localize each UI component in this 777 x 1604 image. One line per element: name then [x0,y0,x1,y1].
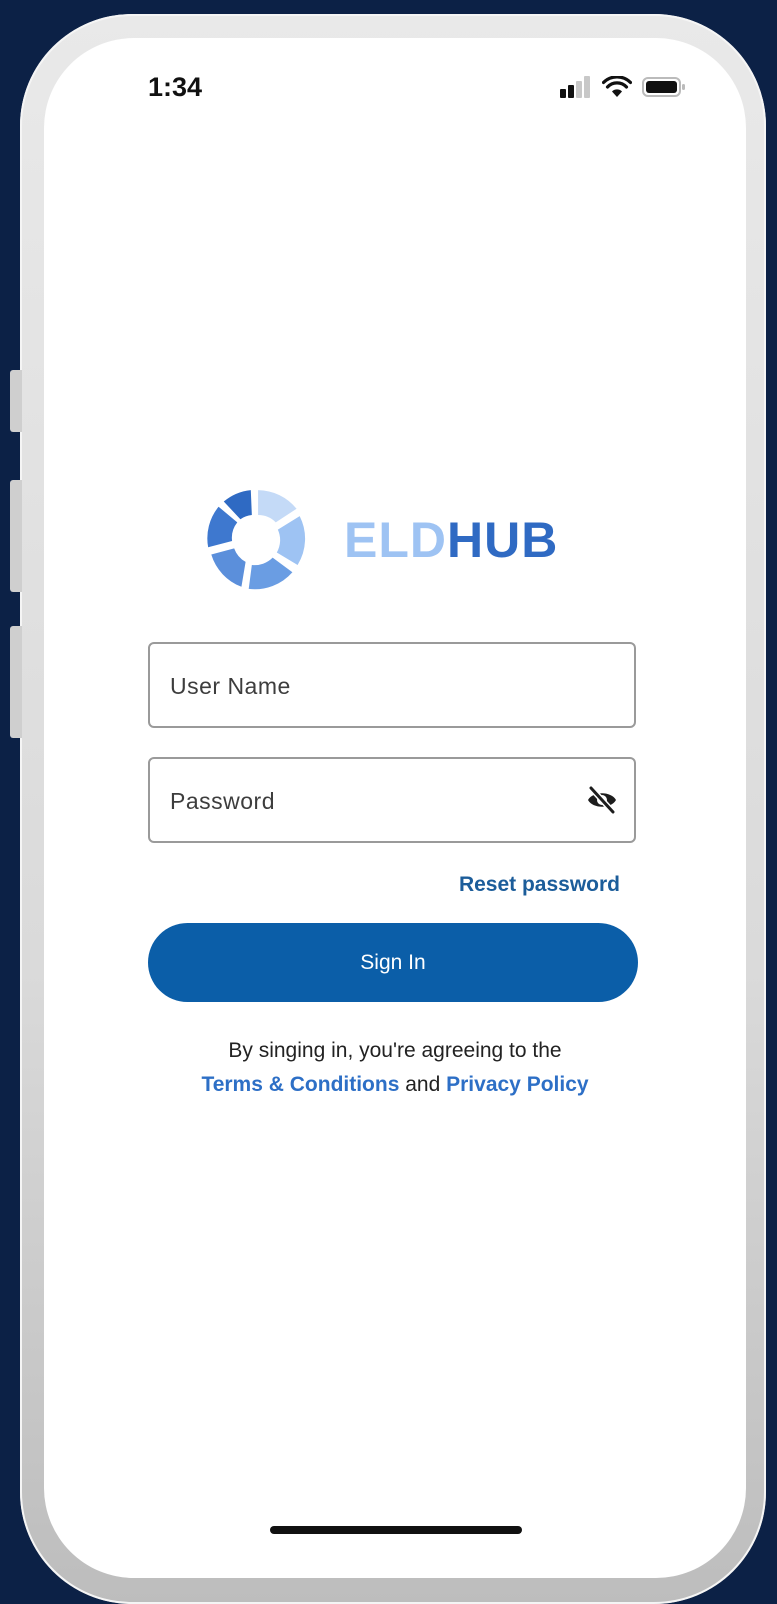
legal-and-text: and [405,1073,441,1096]
home-indicator[interactable] [270,1526,522,1534]
privacy-policy-link[interactable]: Privacy Policy [446,1073,588,1096]
battery-icon [642,77,685,97]
legal-notice-line2: Terms & Conditions and Privacy Policy [44,1068,746,1102]
legal-notice: By singing in, you're agreeing to the Te… [44,1034,746,1102]
password-input[interactable] [168,759,572,843]
logo-wordmark: ELDHUB [344,511,558,569]
username-input[interactable] [168,644,572,728]
cellular-signal-icon [560,76,590,98]
eye-off-icon[interactable] [586,786,618,814]
wifi-icon [602,76,632,97]
phone-mute-switch [10,370,22,432]
username-field[interactable] [148,642,636,728]
eldhub-ring-logo [207,490,306,590]
sign-in-button-label: Sign In [360,950,426,974]
terms-conditions-link[interactable]: Terms & Conditions [201,1073,399,1096]
logo-wordmark-hub: HUB [447,512,559,568]
logo-wordmark-eld: ELD [344,512,447,568]
app-screen: 1:34 ELDHUB User Name Reset password Sig… [44,38,746,1578]
sign-in-button[interactable]: Sign In [148,923,638,1002]
reset-password-link[interactable]: Reset password [459,873,620,897]
app-logo: ELDHUB [204,488,558,592]
password-field[interactable] [148,757,636,843]
status-bar-time: 1:34 [148,72,203,102]
phone-volume-up-button [10,480,22,592]
legal-notice-line1: By singing in, you're agreeing to the [228,1039,562,1062]
phone-volume-down-button [10,626,22,738]
status-bar-icons [560,76,686,98]
